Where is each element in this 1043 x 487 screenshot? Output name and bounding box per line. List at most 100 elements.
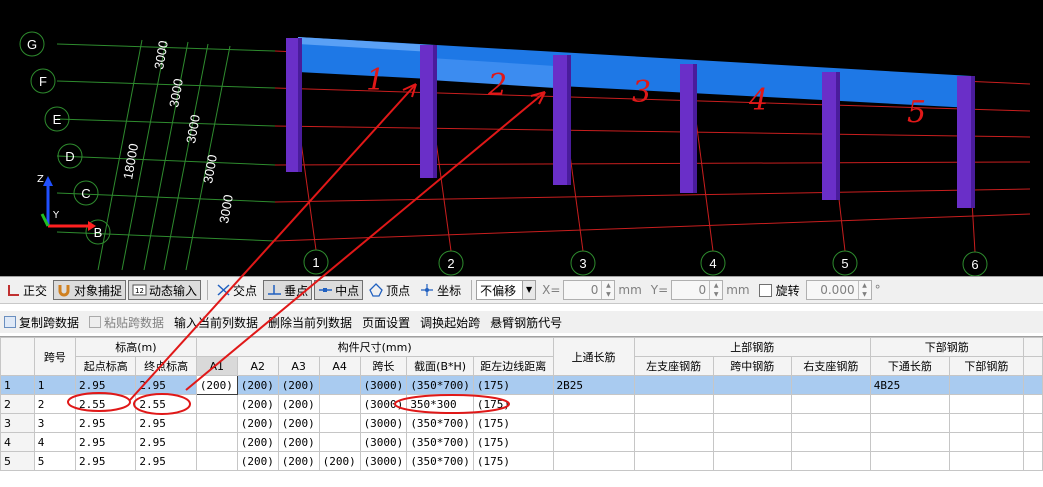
paste-span-button[interactable]: 粘贴跨数据 [89, 314, 164, 331]
cell-left-sup[interactable] [633, 451, 714, 471]
cell-a4[interactable] [318, 394, 361, 414]
spinner-icon[interactable]: ▲ ▼ [601, 281, 614, 299]
cell-bot-long[interactable] [869, 451, 951, 471]
cell-start[interactable]: 2.95 [74, 432, 137, 452]
cell-right-sup[interactable] [790, 394, 871, 414]
3d-view-canvas[interactable]: G F E D C B 1 2 3 4 5 6 3000 3000 3000 3000 3000 18000 1 2 3… [0, 0, 1043, 276]
cell-end[interactable]: 2.95 [135, 413, 197, 433]
object-snap-button[interactable]: 对象捕捉 [53, 280, 127, 300]
copy-span-button[interactable]: 复制跨数据 [4, 314, 79, 331]
cell-bot-long[interactable]: 4B25 [869, 375, 951, 395]
cell-start[interactable]: 2.95 [74, 413, 137, 433]
row-number-cell[interactable]: 1 [0, 375, 35, 395]
cell-a2[interactable]: (200) [236, 375, 279, 395]
delete-column-button[interactable]: 删除当前列数据 [268, 314, 352, 331]
spinner-icon[interactable]: ▲ ▼ [857, 281, 871, 299]
spinner-icon[interactable]: ▲ ▼ [709, 281, 722, 299]
cell-left-sup[interactable] [633, 413, 714, 433]
cell-section[interactable]: (350*700) [406, 375, 474, 395]
cell-extra[interactable] [1022, 413, 1043, 433]
cell-bot[interactable] [949, 394, 1024, 414]
cell-start[interactable]: 2.55 [74, 394, 137, 414]
cell-left-sup[interactable] [633, 375, 714, 395]
intersection-snap-button[interactable]: 交点 [212, 280, 261, 300]
cell-top-long[interactable] [552, 394, 635, 414]
cell-extra[interactable] [1022, 432, 1043, 452]
cell-a1[interactable] [195, 413, 238, 433]
cell-mid[interactable] [712, 432, 792, 452]
cell-right-sup[interactable] [790, 432, 871, 452]
cell-len[interactable]: (3000) [359, 451, 408, 471]
cell-a2[interactable]: (200) [236, 413, 279, 433]
cell-a4[interactable] [318, 432, 361, 452]
cell-a1[interactable] [195, 451, 238, 471]
cell-mid[interactable] [712, 394, 792, 414]
x-offset-input[interactable]: 0 ▲ ▼ [563, 280, 616, 300]
cell-dist[interactable]: (175) [472, 451, 554, 471]
cell-a2[interactable]: (200) [236, 432, 279, 452]
cell-a4[interactable] [318, 375, 361, 395]
cell-right-sup[interactable] [790, 451, 871, 471]
page-setup-button[interactable]: 页面设置 [362, 314, 410, 331]
table-row[interactable]: 4 4 2.95 2.95 (200) (200) (3000) (350*700) (175) [0, 432, 1043, 452]
cell-left-sup[interactable] [633, 394, 714, 414]
cell-len[interactable]: (3000) [359, 413, 408, 433]
cell-right-sup[interactable] [790, 413, 871, 433]
cell-a3[interactable]: (200) [277, 375, 320, 395]
cell-mid[interactable] [712, 413, 792, 433]
cell-len[interactable]: (3000) [359, 375, 408, 395]
cell-a1[interactable] [195, 394, 238, 414]
cell-span[interactable]: 4 [33, 432, 77, 452]
cell-span[interactable]: 1 [33, 375, 77, 395]
3d-scene[interactable]: G F E D C B 1 2 3 4 5 6 3000 3000 3000 3000 3000 18000 1 2 3… [0, 0, 1043, 276]
cell-span[interactable]: 5 [33, 451, 77, 471]
table-row[interactable]: 2 2 2.55 2.55 (200) (200) (3000) 350*300 (175) [0, 394, 1043, 414]
cell-end[interactable]: 2.55 [135, 394, 197, 414]
cell-a3[interactable]: (200) [277, 394, 320, 414]
cell-right-sup[interactable] [790, 375, 871, 395]
row-number-cell[interactable]: 5 [0, 451, 35, 471]
cell-top-long[interactable]: 2B25 [552, 375, 635, 395]
table-row[interactable]: 3 3 2.95 2.95 (200) (200) (3000) (350*700) (175) [0, 413, 1043, 433]
cell-extra[interactable] [1022, 451, 1043, 471]
row-number-cell[interactable]: 4 [0, 432, 35, 452]
cell-end[interactable]: 2.95 [135, 432, 197, 452]
cell-section[interactable]: (350*700) [406, 413, 474, 433]
cantilever-code-button[interactable]: 悬臂钢筋代号 [490, 314, 562, 331]
cell-top-long[interactable] [552, 451, 635, 471]
cell-a3[interactable]: (200) [277, 451, 320, 471]
cell-section[interactable]: 350*300 [406, 394, 474, 414]
chevron-down-icon[interactable]: ▼ [522, 281, 536, 299]
y-offset-input[interactable]: 0 ▲ ▼ [671, 280, 724, 300]
cell-section[interactable]: (350*700) [406, 451, 474, 471]
row-number-cell[interactable]: 2 [0, 394, 35, 414]
cell-bot[interactable] [949, 375, 1024, 395]
swap-start-span-button[interactable]: 调换起始跨 [420, 314, 480, 331]
midpoint-snap-button[interactable]: 中点 [314, 280, 364, 300]
cell-top-long[interactable] [552, 432, 635, 452]
cell-bot[interactable] [949, 432, 1024, 452]
cell-extra[interactable] [1022, 394, 1043, 414]
cell-extra[interactable] [1022, 375, 1043, 395]
cell-a4[interactable] [318, 413, 361, 433]
cell-bot[interactable] [949, 413, 1024, 433]
cell-mid[interactable] [712, 451, 792, 471]
row-number-cell[interactable]: 3 [0, 413, 35, 433]
cell-section[interactable]: (350*700) [406, 432, 474, 452]
cell-len[interactable]: (3000) [359, 432, 408, 452]
cell-len[interactable]: (3000) [359, 394, 408, 414]
cell-bot-long[interactable] [869, 413, 951, 433]
table-row[interactable]: 1 1 2.95 2.95 (200) (200) (200) (3000) (350*700)… [0, 375, 1043, 395]
table-row[interactable]: 5 5 2.95 2.95 (200) (200) (200) (3000) (350*700)… [0, 451, 1043, 471]
cell-a3[interactable]: (200) [277, 432, 320, 452]
cell-start[interactable]: 2.95 [74, 451, 137, 471]
rotate-checkbox[interactable] [758, 283, 772, 297]
offset-mode-select[interactable]: 不偏移 ▼ [476, 280, 537, 300]
cell-dist[interactable]: (175) [472, 413, 554, 433]
cell-span[interactable]: 2 [33, 394, 77, 414]
ortho-button[interactable]: 正交 [2, 280, 51, 300]
cell-a3[interactable]: (200) [277, 413, 320, 433]
cell-start[interactable]: 2.95 [74, 375, 137, 395]
cell-end[interactable]: 2.95 [135, 375, 197, 395]
cell-bot[interactable] [949, 451, 1024, 471]
